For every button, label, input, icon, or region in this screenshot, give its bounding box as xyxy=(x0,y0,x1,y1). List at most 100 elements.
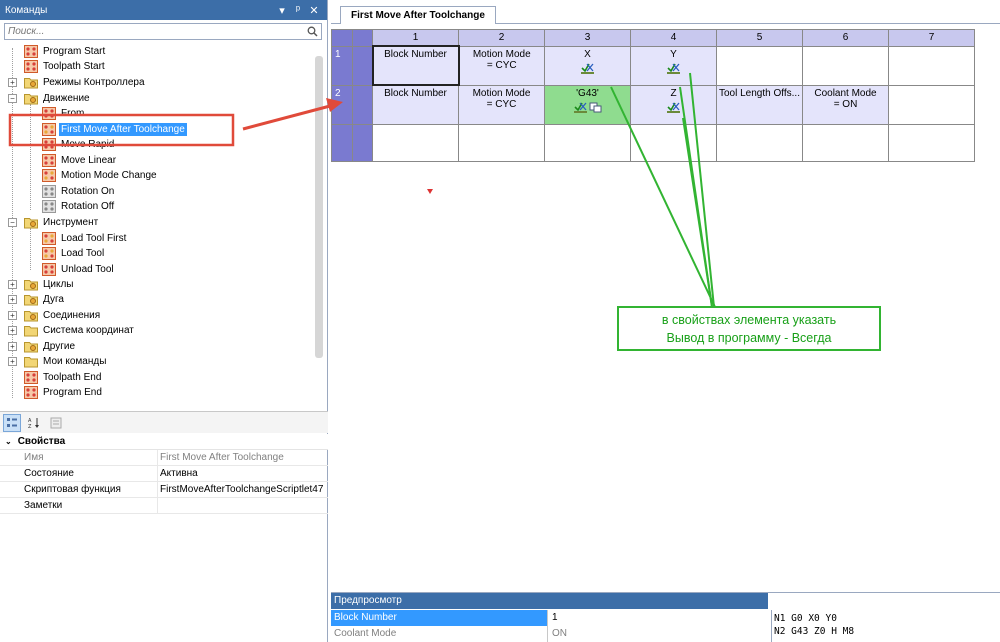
tree-item-toolpath-end[interactable]: Toolpath End xyxy=(24,370,103,385)
tree-item-rotation-on[interactable]: Rotation On xyxy=(42,184,116,199)
grid-row: 1 Block Number Motion Mode = CYC X Y xyxy=(331,45,975,86)
grid-cell[interactable] xyxy=(716,45,803,86)
expand-icon[interactable]: + xyxy=(8,311,17,320)
properties-section-header[interactable]: ⌄ Свойства xyxy=(0,434,328,450)
column-header[interactable]: 3 xyxy=(544,29,631,47)
expand-icon[interactable]: + xyxy=(8,280,17,289)
collapse-icon[interactable]: − xyxy=(8,94,17,103)
preview-row-coolant-mode[interactable]: Coolant Mode ON xyxy=(331,626,768,642)
column-header[interactable]: 7 xyxy=(888,29,975,47)
column-header[interactable]: 2 xyxy=(458,29,545,47)
property-row-script-function[interactable]: Скриптовая функция FirstMoveAfterToolchan… xyxy=(0,482,328,498)
row-gutter[interactable] xyxy=(352,45,373,86)
row-number[interactable]: 1 xyxy=(331,45,353,86)
grid-cell[interactable] xyxy=(888,123,975,162)
property-key: Заметки xyxy=(0,498,158,513)
grid-cell[interactable]: 'G43' xyxy=(544,84,631,125)
grid-cell[interactable]: Y xyxy=(630,45,717,86)
tree-item-controller-modes[interactable]: Режимы Контроллера xyxy=(24,75,147,90)
grid-cell[interactable]: Z xyxy=(630,84,717,125)
search-box[interactable] xyxy=(4,23,322,40)
tree-item-arc[interactable]: Дуга xyxy=(24,292,66,307)
grid-cell[interactable] xyxy=(544,123,631,162)
grid-cell[interactable]: Motion Mode = CYC xyxy=(458,84,545,125)
preview-row-block-number[interactable]: Block Number 1 xyxy=(331,610,768,626)
panel-menu-icon[interactable]: ▾ xyxy=(274,4,290,17)
tree-item-connections[interactable]: Соединения xyxy=(24,308,102,323)
tree-item-label: Инструмент xyxy=(43,217,99,228)
tree-item-cycles[interactable]: Циклы xyxy=(24,277,76,292)
column-header[interactable]: 1 xyxy=(372,29,459,47)
row-number[interactable]: 2 xyxy=(331,84,353,125)
preview-value[interactable]: 1 xyxy=(547,610,768,626)
folder-icon xyxy=(24,295,38,306)
row-number[interactable] xyxy=(331,123,353,162)
tree-item-first-move-after-toolchange[interactable]: First Move After Toolchange xyxy=(42,122,187,137)
grid-cell[interactable] xyxy=(458,123,545,162)
grid-cell[interactable]: Tool Length Offs... xyxy=(716,84,803,125)
command-icon xyxy=(24,60,38,73)
tree-item-load-tool-first[interactable]: Load Tool First xyxy=(42,231,128,246)
grid-cell[interactable]: Motion Mode = CYC xyxy=(458,45,545,86)
property-row-notes[interactable]: Заметки xyxy=(0,498,328,514)
tree-item-load-tool[interactable]: Load Tool xyxy=(42,246,106,261)
property-row-name[interactable]: Имя First Move After Toolchange xyxy=(0,450,328,466)
command-icon xyxy=(42,185,56,198)
pin-icon[interactable]: ᵖ xyxy=(290,4,306,16)
expand-icon[interactable]: + xyxy=(8,78,17,87)
grid-cell[interactable]: Coolant Mode = ON xyxy=(802,84,889,125)
tree-item-toolpath-start[interactable]: Toolpath Start xyxy=(24,59,107,74)
search-icon[interactable] xyxy=(307,26,318,37)
tree-scrollbar[interactable] xyxy=(315,56,323,358)
svg-text:Z: Z xyxy=(28,424,32,429)
expand-icon[interactable]: + xyxy=(8,342,17,351)
tree-item-move-rapid[interactable]: Move Rapid xyxy=(42,137,116,152)
expand-icon[interactable]: + xyxy=(8,357,17,366)
property-value[interactable] xyxy=(158,498,328,513)
sort-alphabetical-icon[interactable]: AZ xyxy=(25,414,43,432)
tree-item-move-linear[interactable]: Move Linear xyxy=(42,153,118,168)
grid-cell[interactable] xyxy=(630,123,717,162)
column-header[interactable]: 4 xyxy=(630,29,717,47)
tree-item-unload-tool[interactable]: Unload Tool xyxy=(42,262,116,277)
output-modifier-icon xyxy=(667,63,680,74)
collapse-icon[interactable]: − xyxy=(8,218,17,227)
expand-icon[interactable]: + xyxy=(8,295,17,304)
grid-cell[interactable] xyxy=(888,45,975,86)
tree-item-motion-mode-change[interactable]: Motion Mode Change xyxy=(42,168,159,183)
grid-cell[interactable] xyxy=(802,45,889,86)
command-icon xyxy=(42,123,56,136)
grid-cell[interactable]: X xyxy=(544,45,631,86)
tree-item-rotation-off[interactable]: Rotation Off xyxy=(42,199,116,214)
grid-cell[interactable] xyxy=(888,84,975,125)
column-header[interactable]: 5 xyxy=(716,29,803,47)
grid-cell[interactable] xyxy=(372,123,459,162)
expand-icon[interactable]: + xyxy=(8,326,17,335)
column-header[interactable]: 6 xyxy=(802,29,889,47)
folder-icon xyxy=(24,94,38,105)
tree-item-tool[interactable]: Инструмент xyxy=(24,215,100,230)
tree-item-program-start[interactable]: Program Start xyxy=(24,44,107,59)
property-pages-icon[interactable] xyxy=(47,414,65,432)
row-gutter[interactable] xyxy=(352,84,373,125)
grid-cell[interactable]: Block Number xyxy=(372,84,459,125)
tree-item-coordinate-system[interactable]: Система координат xyxy=(24,323,136,338)
gcode-line: N2 G43 Z0 H M8 xyxy=(774,626,855,637)
tree-item-program-end[interactable]: Program End xyxy=(24,385,104,400)
grid-cell[interactable] xyxy=(802,123,889,162)
collapse-arrow-icon[interactable]: ⌄ xyxy=(5,437,12,446)
tree-item-other[interactable]: Другие xyxy=(24,339,77,354)
grid-cell[interactable] xyxy=(716,123,803,162)
categorized-view-icon[interactable] xyxy=(3,413,21,432)
property-value[interactable]: FirstMoveAfterToolchangeScriptlet47 xyxy=(158,482,328,497)
tree-item-motion[interactable]: Движение xyxy=(24,91,92,106)
property-value[interactable]: Активна xyxy=(158,466,328,481)
close-icon[interactable]: ✕ xyxy=(306,4,322,17)
search-input[interactable] xyxy=(5,24,295,39)
tab-first-move-after-toolchange[interactable]: First Move After Toolchange xyxy=(340,6,496,25)
tree-item-my-commands[interactable]: Мои команды xyxy=(24,354,108,369)
property-row-state[interactable]: Состояние Активна xyxy=(0,466,328,482)
grid-cell[interactable]: Block Number xyxy=(371,45,460,86)
tree-item-from[interactable]: From xyxy=(42,106,86,121)
row-gutter[interactable] xyxy=(352,123,373,162)
